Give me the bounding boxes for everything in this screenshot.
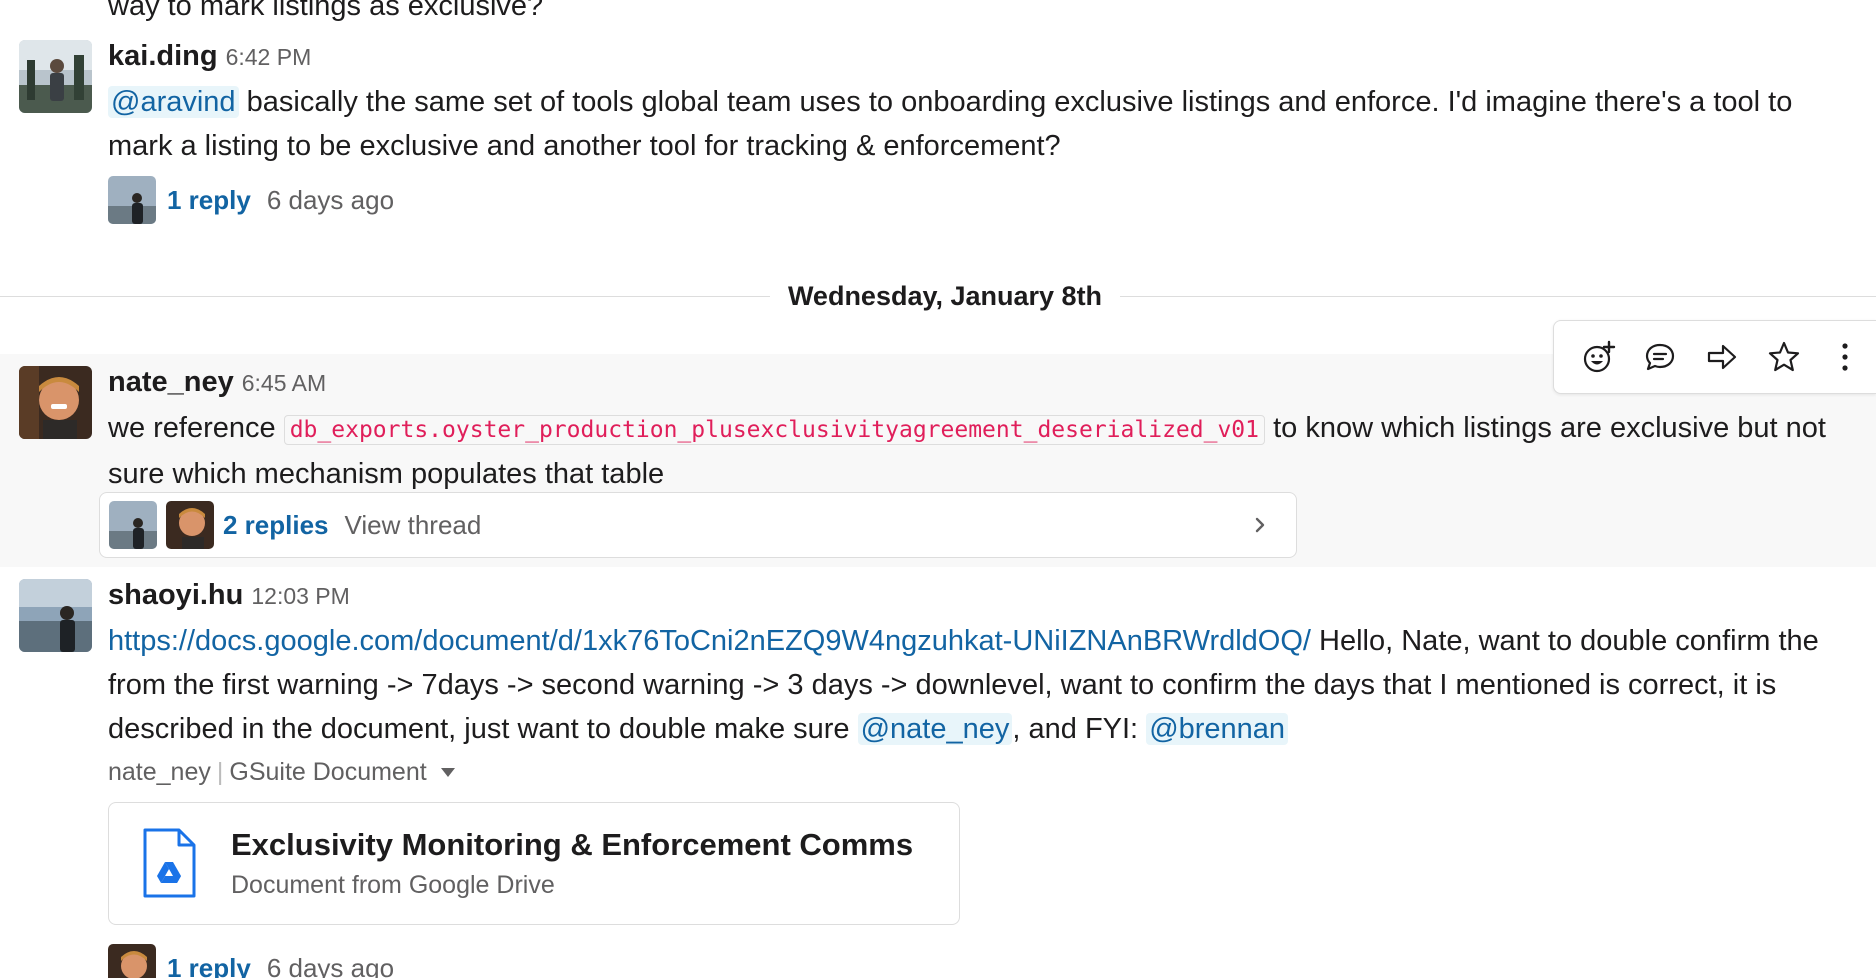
reply-time: 6 days ago	[266, 184, 395, 215]
avatar[interactable]	[19, 366, 92, 439]
reply-count-link[interactable]: 2 replies	[223, 510, 329, 541]
message-body: basically the same set of tools global t…	[108, 86, 1793, 162]
google-doc-card[interactable]: Exclusivity Monitoring & Enforcement Com…	[108, 802, 960, 925]
timestamp[interactable]: 12:03 PM	[251, 583, 349, 609]
avatar[interactable]	[19, 579, 92, 652]
reply-avatar	[108, 176, 156, 224]
doc-title[interactable]: Exclusivity Monitoring & Enforcement Com…	[231, 827, 913, 863]
timestamp[interactable]: 6:45 AM	[242, 370, 326, 396]
chevron-right-icon	[1255, 517, 1265, 533]
reply-count-link[interactable]: 1 reply	[167, 185, 251, 216]
author-name[interactable]: shaoyi.hu	[108, 579, 243, 611]
mention-nate-ney[interactable]: @nate_ney	[857, 713, 1013, 745]
message-text: https://docs.google.com/document/d/1xk76…	[108, 619, 1846, 751]
author-name[interactable]: kai.ding	[108, 40, 218, 72]
google-doc-link[interactable]: https://docs.google.com/document/d/1xk76…	[108, 625, 1311, 657]
attachment-owner: nate_ney	[108, 758, 211, 786]
reply-time: 6 days ago	[266, 952, 395, 978]
more-vertical-icon	[1842, 343, 1848, 371]
reply-in-thread-icon	[1646, 343, 1675, 371]
divider-line	[0, 296, 770, 297]
share-message-icon	[1707, 344, 1737, 370]
star-icon	[1768, 341, 1799, 372]
attachment-meta: nate_ney | GSuite Document	[108, 758, 455, 787]
message-actions-toolbar	[1553, 320, 1876, 394]
more-actions-button[interactable]	[1814, 329, 1876, 385]
reply-avatar	[108, 944, 156, 978]
message-body: we reference	[108, 412, 284, 444]
date-divider-label[interactable]: Wednesday, January 8th	[780, 281, 1110, 312]
view-thread-link[interactable]: View thread	[345, 510, 482, 541]
reply-count-link[interactable]: 1 reply	[167, 953, 251, 978]
author-name[interactable]: nate_ney	[108, 366, 234, 398]
attachment-type: GSuite Document	[229, 758, 427, 786]
reply-in-thread-button[interactable]	[1630, 329, 1692, 385]
doc-subtitle: Document from Google Drive	[231, 871, 555, 899]
thread-preview-bar[interactable]: 2 replies View thread	[99, 492, 1297, 558]
message-kai-ding: kai.ding 6:42 PM @aravind basically the s…	[0, 0, 1876, 240]
mention-brennan[interactable]: @brennan	[1146, 713, 1289, 745]
date-divider: Wednesday, January 8th	[0, 273, 1876, 321]
add-reaction-icon	[1583, 340, 1615, 373]
reply-avatar	[166, 501, 214, 549]
divider-line	[1120, 296, 1876, 297]
mention-aravind[interactable]: @aravind	[108, 86, 239, 118]
thread-replies[interactable]: 1 reply 6 days ago	[108, 176, 394, 224]
google-drive-doc-icon	[143, 828, 196, 898]
timestamp[interactable]: 6:42 PM	[226, 44, 312, 70]
caret-down-icon[interactable]	[440, 768, 455, 777]
message-body: , and FYI:	[1012, 713, 1147, 745]
reply-avatar	[109, 501, 157, 549]
message-text: @aravind basically the same set of tools…	[108, 80, 1852, 168]
save-message-button[interactable]	[1753, 329, 1815, 385]
attachment-separator: |	[216, 758, 224, 786]
avatar[interactable]	[19, 40, 92, 113]
message-text: we reference db_exports.oyster_productio…	[108, 406, 1836, 496]
thread-replies[interactable]: 1 reply 6 days ago	[108, 944, 394, 978]
add-reaction-button[interactable]	[1568, 329, 1630, 385]
inline-code: db_exports.oyster_production_plusexclusi…	[283, 415, 1266, 445]
share-message-button[interactable]	[1691, 329, 1753, 385]
